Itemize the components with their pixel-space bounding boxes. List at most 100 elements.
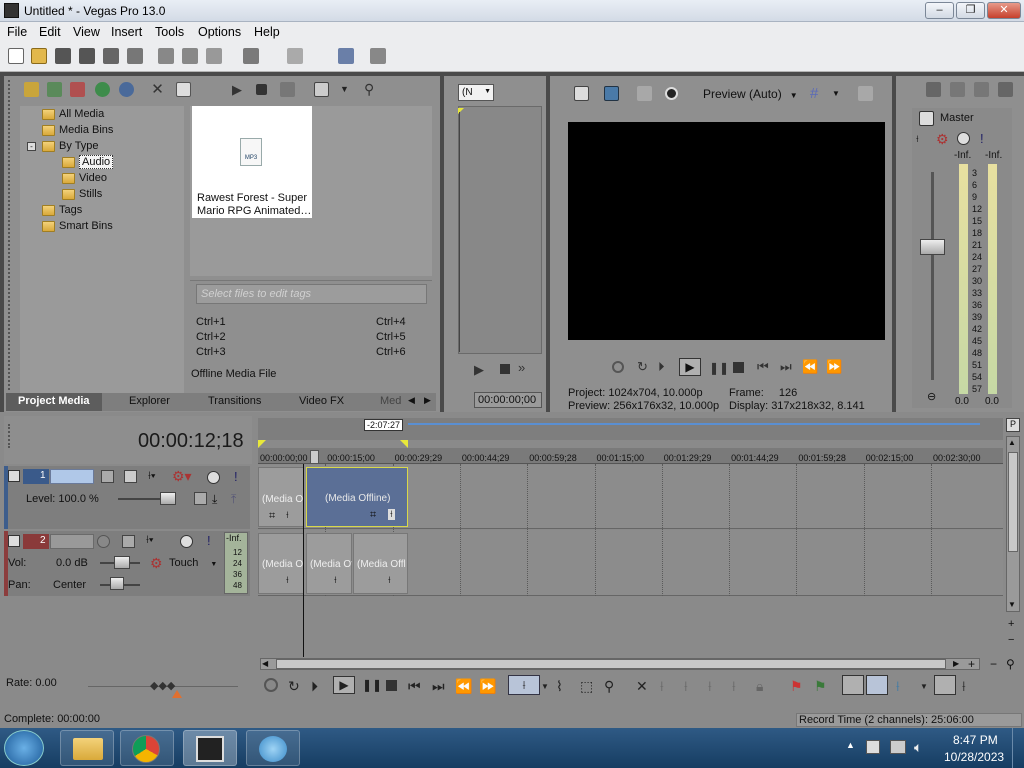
tree-expander[interactable]: -	[27, 142, 36, 151]
fx-icon[interactable]: ⟊	[334, 575, 337, 586]
fx-icon[interactable]: ⟊	[286, 575, 289, 586]
fx-icon[interactable]: ⟊	[388, 575, 391, 586]
pause-icon[interactable]: ❚❚	[709, 361, 729, 375]
copy-icon[interactable]	[182, 48, 198, 64]
snapping-icon[interactable]: ⟊	[896, 678, 900, 694]
tab-media-generators[interactable]: Med	[380, 395, 401, 407]
crop-icon[interactable]: ⌗	[370, 509, 376, 522]
taskbar-app-icon[interactable]	[246, 730, 300, 766]
trimmer-play-icon[interactable]: ▶	[474, 362, 484, 378]
get-media-icon[interactable]	[70, 82, 85, 97]
timeline-play-button[interactable]: ▶	[333, 676, 355, 694]
trim-end-icon[interactable]: ⟊	[708, 678, 712, 694]
trim-start-icon[interactable]: ⟊	[684, 678, 688, 694]
vertical-scroll-thumb[interactable]	[1008, 452, 1018, 552]
video-clip-selected[interactable]: (Media Offline) ⌗ ⟊	[306, 467, 408, 527]
video-track-expand-icon[interactable]	[8, 470, 20, 482]
close-button[interactable]: ✕	[987, 2, 1021, 19]
go-to-end-icon[interactable]: ⏭	[432, 678, 445, 694]
play-from-start-icon[interactable]: ⏵	[658, 359, 665, 375]
overlays-dropdown-icon[interactable]: ▼	[832, 86, 847, 101]
mixer-icon[interactable]	[926, 82, 941, 97]
start-button[interactable]	[4, 730, 44, 766]
automation-mode-dropdown[interactable]: Touch ▼	[169, 557, 217, 569]
video-track-blend-icon[interactable]	[194, 492, 207, 505]
refresh-icon[interactable]	[95, 82, 110, 97]
video-clip[interactable]: (Media Of ⌗ ⟊	[258, 467, 304, 527]
master-fx-icon[interactable]	[919, 111, 934, 126]
properties-icon[interactable]	[176, 82, 191, 97]
menu-options[interactable]: Options	[198, 25, 241, 39]
delete-icon[interactable]: ✕	[636, 678, 648, 694]
auto-ripple-icon[interactable]	[842, 675, 864, 695]
rewind-icon[interactable]: ⏪	[802, 359, 818, 375]
menu-file[interactable]: File	[7, 25, 27, 39]
master-fader-handle[interactable]	[920, 239, 945, 255]
tray-flag-icon[interactable]	[866, 740, 880, 754]
redo-icon[interactable]	[287, 48, 303, 64]
save-icon[interactable]	[55, 48, 71, 64]
snapping-dropdown-icon[interactable]: ▼	[920, 682, 928, 698]
trimmer-more-icon[interactable]: »	[518, 360, 525, 375]
vertical-scroll-up-icon[interactable]: ▲	[1008, 438, 1016, 447]
audio-track-solo-icon[interactable]: !	[207, 533, 211, 548]
zoom-in-vertical-icon[interactable]: +	[1008, 618, 1014, 630]
adjust-size-icon[interactable]	[665, 87, 678, 100]
next-frame-icon[interactable]: ⏭	[780, 359, 792, 375]
capture-icon[interactable]	[47, 82, 62, 97]
tree-item-video[interactable]: Video	[62, 172, 107, 184]
delete-icon[interactable]: ✕	[150, 82, 165, 97]
horizontal-scroll-left-icon[interactable]: ◀	[262, 659, 268, 668]
tree-item-all-media[interactable]: All Media	[42, 108, 104, 120]
zoom-out-horizontal-icon[interactable]: −	[990, 657, 997, 671]
tab-project-media[interactable]: Project Media	[6, 393, 102, 411]
properties-icon[interactable]	[127, 48, 143, 64]
video-track-mute-icon[interactable]	[207, 471, 220, 484]
minimize-button[interactable]: –	[925, 2, 954, 19]
preview-play-button[interactable]: ▶	[679, 358, 701, 376]
audio-track-arm-icon[interactable]	[97, 535, 110, 548]
fx-icon[interactable]: ⟊	[286, 510, 289, 521]
insert-region-icon[interactable]: ⚑	[814, 678, 827, 694]
marker-bar-icon[interactable]: P	[1006, 418, 1020, 432]
vol-slider-handle[interactable]	[114, 556, 130, 569]
trimmer-stop-icon[interactable]	[500, 364, 510, 374]
prev-frame-icon[interactable]: ⏪	[455, 678, 472, 694]
render-icon[interactable]	[103, 48, 119, 64]
lock-fader-icon[interactable]	[998, 82, 1013, 97]
audio-track-mute-icon[interactable]	[180, 535, 193, 548]
horizontal-scroll-thumb[interactable]	[276, 659, 946, 669]
whats-this-icon[interactable]	[370, 48, 386, 64]
loop-playback-icon[interactable]: ↻	[288, 678, 300, 694]
normal-edit-tool-button[interactable]: ⟊	[508, 675, 540, 695]
views-icon[interactable]	[314, 82, 329, 97]
loop-end-marker[interactable]	[400, 440, 408, 448]
loop-icon[interactable]	[612, 361, 624, 373]
playhead-marker[interactable]	[310, 450, 319, 464]
tree-item-by-type[interactable]: By Type	[42, 140, 99, 152]
tree-item-smart-bins[interactable]: Smart Bins	[42, 220, 113, 232]
next-frame-icon[interactable]: ⏩	[479, 678, 496, 694]
video-level-slider-handle[interactable]	[160, 492, 176, 505]
audio-track-expand-icon[interactable]	[8, 535, 20, 547]
tab-transitions[interactable]: Transitions	[208, 395, 261, 407]
open-icon[interactable]	[31, 48, 47, 64]
video-track-gear-icon[interactable]: ⚙▾	[172, 468, 192, 485]
preview-properties-icon[interactable]	[574, 86, 589, 101]
zoom-tool-icon[interactable]: ⚲	[604, 678, 614, 694]
overlays-icon[interactable]: #	[810, 86, 825, 101]
stop-icon[interactable]	[256, 84, 267, 95]
audio-clip[interactable]: (Media Offl ⟊	[353, 533, 408, 594]
save-as-icon[interactable]	[79, 48, 95, 64]
taskbar-explorer-icon[interactable]	[60, 730, 114, 766]
taskbar-chrome-icon[interactable]	[120, 730, 174, 766]
fx-icon[interactable]: ⟊	[388, 509, 395, 520]
automation-gear-icon[interactable]: ⚙	[150, 555, 163, 572]
show-desktop-button[interactable]	[1012, 728, 1024, 768]
enable-snapping-icon[interactable]	[338, 48, 354, 64]
tree-item-stills[interactable]: Stills	[62, 188, 102, 200]
menu-view[interactable]: View	[73, 25, 100, 39]
zoom-in-horizontal-icon[interactable]: +	[968, 657, 975, 671]
lock-icon[interactable]: 🔒︎	[756, 678, 763, 694]
pan-slider-handle[interactable]	[110, 577, 124, 590]
